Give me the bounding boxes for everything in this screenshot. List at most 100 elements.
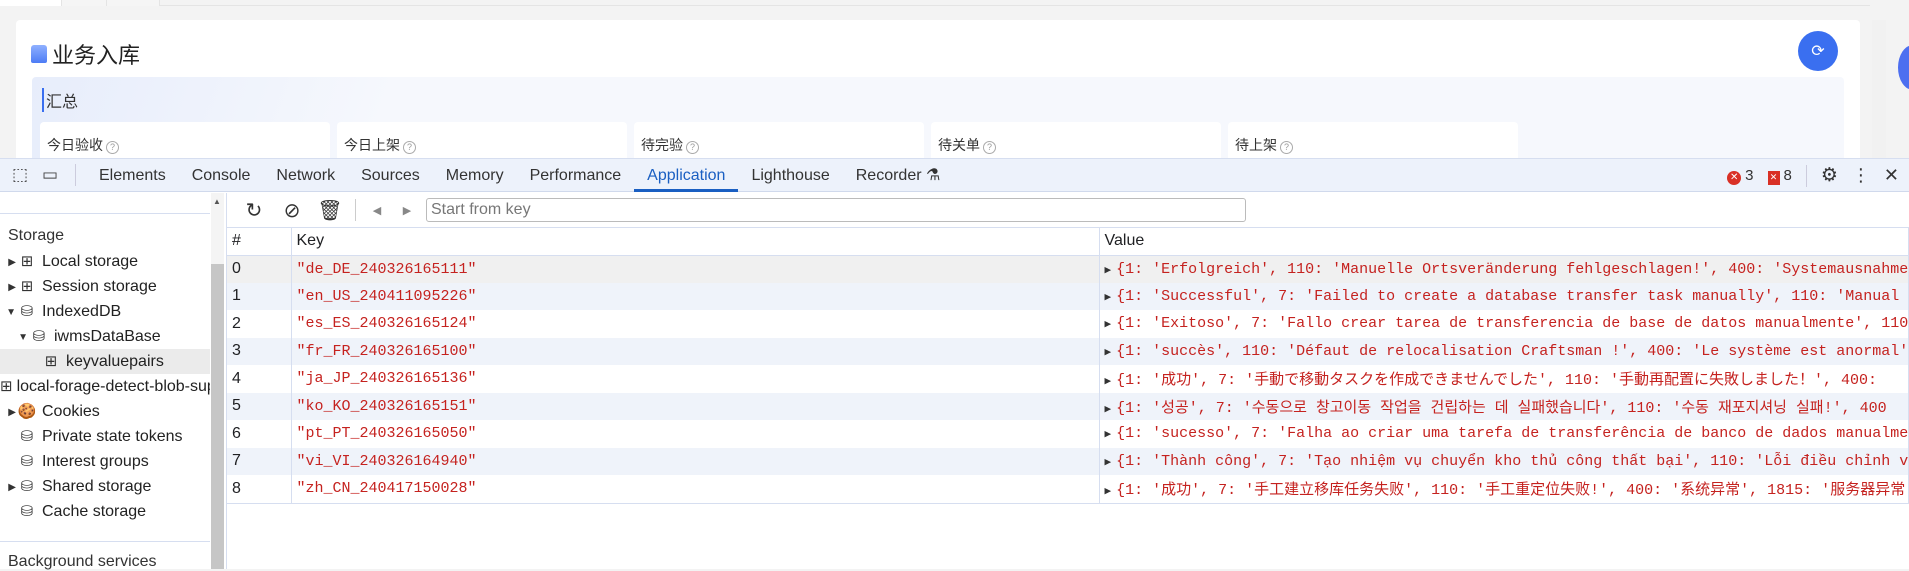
expand-arrow-icon[interactable]: ▶ — [0, 249, 16, 274]
tab-lighthouse[interactable]: Lighthouse — [738, 159, 842, 192]
clear-object-store-icon[interactable]: ⊘ — [273, 198, 311, 223]
row-key: "pt_PT_240326165050" — [291, 420, 1100, 448]
next-page-icon[interactable]: ▶ — [392, 204, 422, 217]
sidebar-item-keyvaluepairs[interactable]: ⊞ keyvaluepairs — [0, 349, 210, 374]
sidebar-item-indexeddb[interactable]: ▼ ⛁ IndexedDB — [0, 299, 210, 324]
page-card: 业务入库 ⟳ 汇总 今日验收? 今日上架? 待完验? 待关单? 待上架? — [16, 20, 1860, 202]
row-index: 3 — [227, 337, 292, 365]
row-index: 7 — [227, 447, 292, 475]
sidebar-item-local-forage-detect-blob-support[interactable]: ⊞local-forage-detect-blob-support — [0, 374, 210, 399]
sidebar-item-label: local-forage-detect-blob-support — [16, 378, 210, 395]
row-key: "vi_VI_240326164940" — [291, 447, 1100, 475]
help-icon[interactable]: ? — [983, 141, 996, 154]
table-row[interactable]: 1 "en_US_240411095226" ▶ {1: 'Successful', … — [227, 282, 1909, 310]
tab-network[interactable]: Network — [263, 159, 348, 192]
database-icon: ⛁ — [20, 453, 34, 470]
row-index: 1 — [227, 282, 292, 310]
expand-arrow-icon[interactable]: ▶ — [0, 474, 16, 499]
help-icon[interactable]: ? — [686, 141, 699, 154]
device-toolbar-icon[interactable]: ▭ — [35, 165, 65, 185]
column-header-key[interactable]: Key — [291, 228, 1100, 256]
table-row[interactable]: 3 "fr_FR_240326165100" ▶ {1: 'succès', 110:… — [227, 337, 1909, 365]
sidebar-item-local-storage[interactable]: ▶ ⊞ Local storage — [0, 249, 210, 274]
sidebar-item-shared-storage[interactable]: ▶ ⛁ Shared storage — [0, 474, 210, 499]
tab-memory[interactable]: Memory — [433, 159, 517, 192]
table-icon: ⊞ — [20, 253, 34, 270]
page-title: 业务入库 — [31, 38, 140, 70]
expand-arrow-icon[interactable]: ▶ — [1105, 429, 1112, 441]
table-row[interactable]: 5 "ko_KO_240326165151" ▶ {1: '성공', 7: '수동으로… — [227, 392, 1909, 420]
sidebar-item-private-state-tokens[interactable]: ⛁ Private state tokens — [0, 424, 210, 449]
row-value: ▶ {1: 'Exitoso', 7: 'Fallo crear tarea de… — [1099, 310, 1909, 338]
start-from-key-input[interactable] — [426, 198, 1246, 222]
tab-application[interactable]: Application — [634, 159, 739, 192]
page-title-text: 业务入库 — [52, 43, 141, 68]
expand-arrow-icon[interactable]: ▶ — [1105, 347, 1112, 359]
expand-arrow-icon[interactable]: ▶ — [1105, 292, 1112, 304]
more-options-icon[interactable]: ⋮ — [1852, 165, 1870, 186]
sidebar-item-iwmsdatabase[interactable]: ▼ ⛁ iwmsDataBase — [0, 324, 210, 349]
value-preview: {1: 'Exitoso', 7: 'Fallo crear tarea de … — [1116, 315, 1909, 333]
page-scrollbar[interactable] — [1872, 20, 1886, 160]
page-tab[interactable] — [107, 0, 160, 6]
help-icon[interactable]: ? — [403, 141, 416, 154]
sidebar-item-cache-storage[interactable]: ⛁ Cache storage — [0, 499, 210, 524]
delete-selected-icon[interactable]: 🗑 — [311, 198, 349, 223]
table-row[interactable]: 7 "vi_VI_240326164940" ▶ {1: 'Thành công', … — [227, 447, 1909, 475]
divider — [355, 199, 356, 221]
divider — [1805, 164, 1807, 187]
devtools-status: ✕ 3 ✕ 8 ⚙ ⋮ ✕ — [1727, 159, 1899, 192]
refresh-button[interactable]: ⟳ — [1798, 31, 1838, 71]
devtools-panel: ⬚ ▭ Elements Console Network Sources Mem… — [0, 158, 1909, 571]
collapse-arrow-icon[interactable]: ▼ — [0, 299, 16, 324]
page-tab[interactable] — [62, 0, 107, 6]
expand-arrow-icon[interactable]: ▶ — [1105, 486, 1112, 498]
expand-arrow-icon[interactable]: ▶ — [1105, 319, 1112, 331]
settings-gear-icon[interactable]: ⚙ — [1821, 164, 1838, 187]
sidebar-scrollbar[interactable]: ▲ — [211, 193, 224, 569]
row-index: 6 — [227, 420, 292, 448]
sidebar-item-interest-groups[interactable]: ⛁ Interest groups — [0, 449, 210, 474]
row-value: ▶ {1: '成功', 7: '手工建立移库任务失败', 110: '手工重定位失… — [1099, 475, 1909, 503]
background-services-header[interactable]: Background services — [8, 553, 157, 571]
tab-performance[interactable]: Performance — [517, 159, 635, 192]
warehouse-icon — [31, 45, 47, 63]
devtools-tabbar: ⬚ ▭ Elements Console Network Sources Mem… — [0, 158, 1909, 192]
tab-console[interactable]: Console — [179, 159, 264, 192]
scroll-up-arrow-icon[interactable]: ▲ — [213, 197, 221, 206]
expand-arrow-icon[interactable]: ▶ — [1105, 404, 1112, 416]
table-row[interactable]: 8 "zh_CN_240417150028" ▶ {1: '成功', 7: '手工建立… — [227, 475, 1909, 503]
help-icon[interactable]: ? — [106, 141, 119, 154]
expand-arrow-icon[interactable]: ▶ — [0, 399, 16, 424]
table-icon: ⊞ — [20, 278, 34, 295]
column-header-value[interactable]: Value — [1099, 228, 1909, 256]
previous-page-icon[interactable]: ◀ — [362, 204, 392, 217]
issues-counter[interactable]: ✕ 8 — [1767, 167, 1792, 185]
row-value: ▶ {1: '成功', 7: '手動で移動タスクを作成できませんでした', 110… — [1099, 365, 1909, 393]
inspect-element-icon[interactable]: ⬚ — [5, 165, 35, 185]
expand-arrow-icon[interactable]: ▶ — [1105, 457, 1112, 469]
expand-arrow-icon[interactable]: ▶ — [1105, 376, 1112, 388]
tab-elements[interactable]: Elements — [86, 159, 179, 192]
page-tab[interactable] — [0, 0, 62, 6]
table-row[interactable]: 2 "es_ES_240326165124" ▶ {1: 'Exitoso', 7: … — [227, 310, 1909, 338]
expand-arrow-icon[interactable]: ▶ — [0, 274, 16, 299]
table-row[interactable]: 0 "de_DE_240326165111" ▶ {1: 'Erfolgreich',… — [227, 255, 1909, 283]
sidebar-item-label: Local storage — [42, 253, 139, 270]
table-row[interactable]: 4 "ja_JP_240326165136" ▶ {1: '成功', 7: '手動で移… — [227, 365, 1909, 393]
close-icon[interactable]: ✕ — [1884, 165, 1899, 186]
floating-button[interactable] — [1898, 45, 1909, 90]
sidebar-item-session-storage[interactable]: ▶ ⊞ Session storage — [0, 274, 210, 299]
column-header-index[interactable]: # — [227, 228, 292, 256]
collapse-arrow-icon[interactable]: ▼ — [0, 324, 28, 349]
expand-arrow-icon[interactable]: ▶ — [1105, 265, 1112, 277]
errors-counter[interactable]: ✕ 3 — [1727, 167, 1754, 185]
tab-sources[interactable]: Sources — [348, 159, 433, 192]
tab-recorder[interactable]: Recorder ⚗ — [843, 159, 954, 192]
help-icon[interactable]: ? — [1280, 141, 1293, 154]
stat-label: 今日验收 — [47, 137, 103, 153]
sidebar-item-cookies[interactable]: ▶ 🍪 Cookies — [0, 399, 210, 424]
scrollbar-thumb[interactable] — [211, 264, 224, 569]
table-row[interactable]: 6 "pt_PT_240326165050" ▶ {1: 'sucesso', 7: … — [227, 420, 1909, 448]
refresh-icon[interactable]: ↻ — [235, 198, 273, 223]
